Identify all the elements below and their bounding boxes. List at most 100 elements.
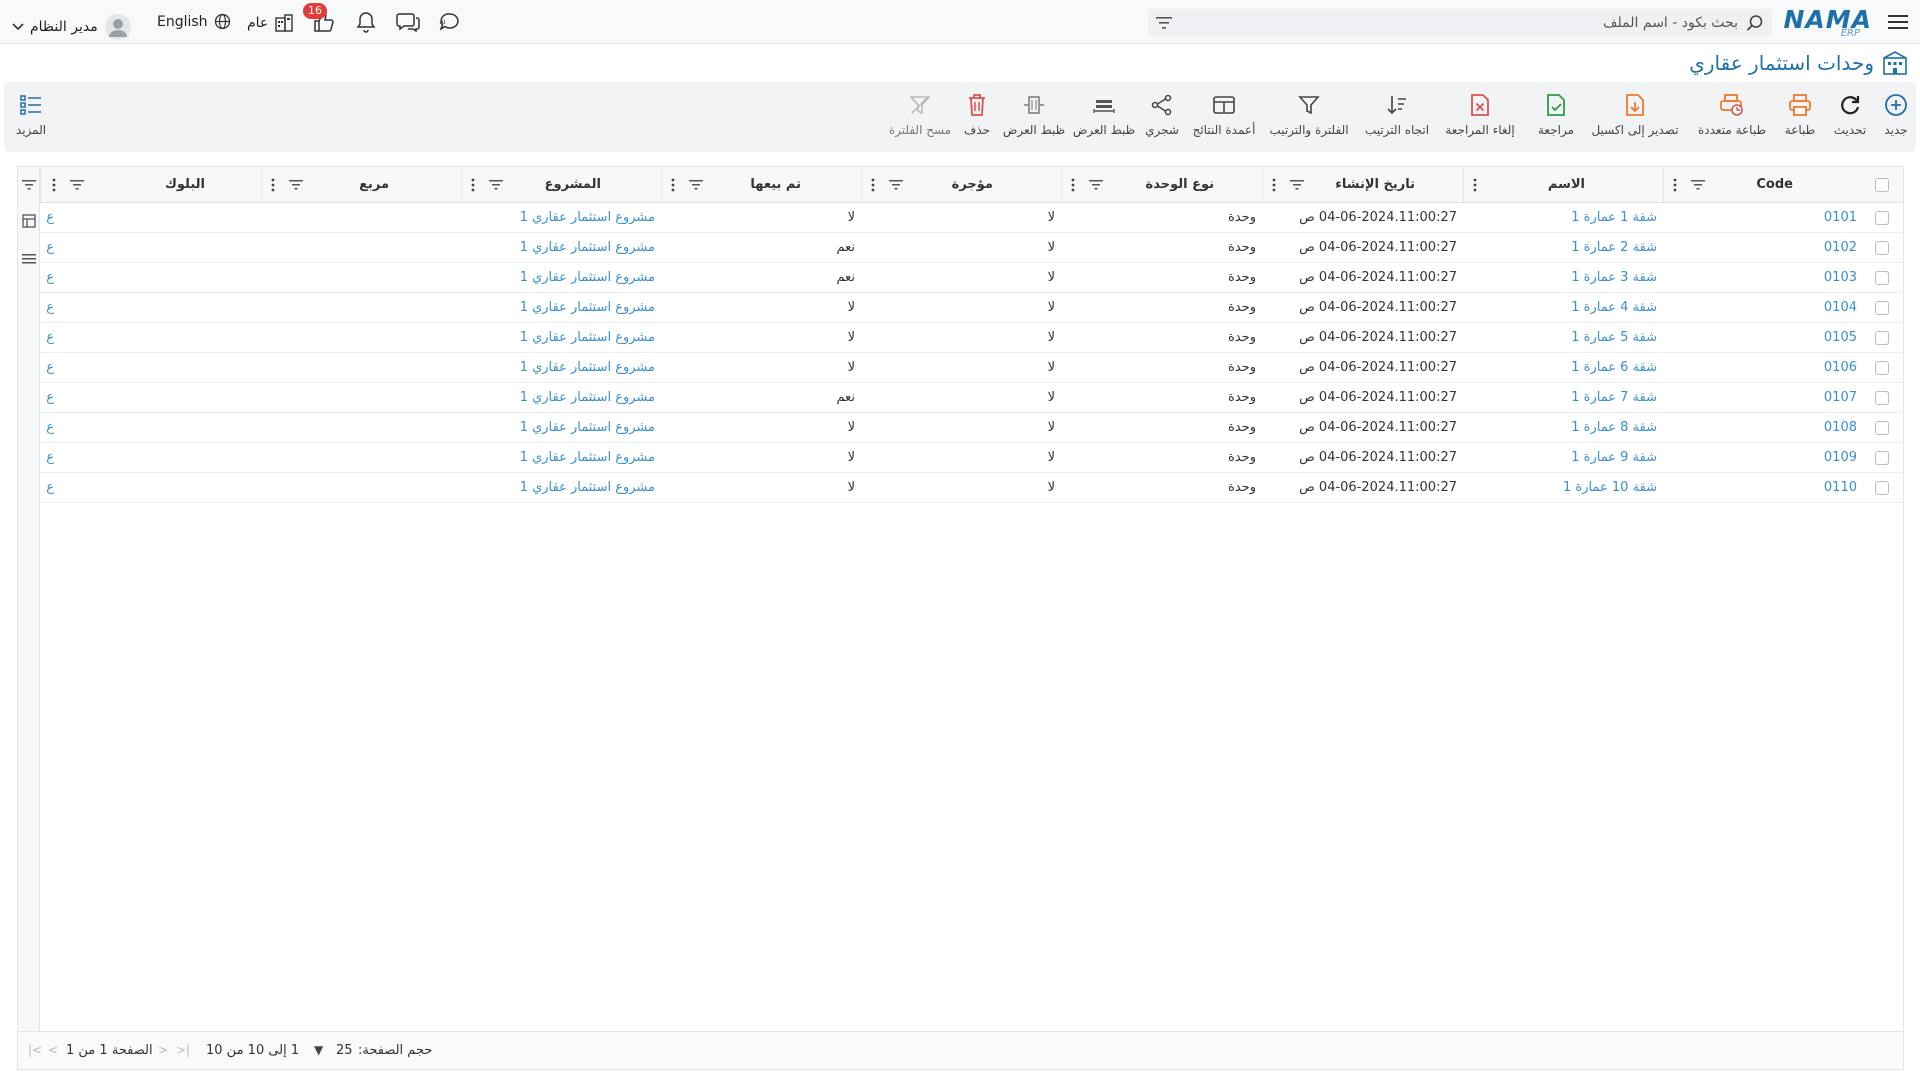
fit-width-columns-button[interactable]: ظبط العرض — [1003, 92, 1065, 146]
table-row[interactable]: 0109 شقة 9 عمارة 1 04-06-2024.11:00:27 ص… — [40, 443, 1903, 473]
table-row[interactable]: 0104 شقة 4 عمارة 1 04-06-2024.11:00:27 ص… — [40, 293, 1903, 323]
column-header-rented[interactable]: مؤجرة — [861, 167, 1061, 203]
table-row[interactable]: 0110 شقة 10 عمارة 1 04-06-2024.11:00:27 … — [40, 473, 1903, 503]
table-row[interactable]: 0102 شقة 2 عمارة 1 04-06-2024.11:00:27 ص… — [40, 233, 1903, 263]
cell-block[interactable]: ع — [40, 443, 54, 473]
clear-filter-button[interactable]: مسح الفلترة — [889, 92, 951, 146]
cell-project[interactable]: مشروع استثمار عقاري 1 — [461, 473, 661, 503]
cell-block[interactable]: ع — [40, 293, 54, 323]
cell-code[interactable]: 0106 — [1663, 353, 1863, 383]
sort-direction-button[interactable]: اتجاه الترتيب — [1364, 92, 1430, 146]
filter-icon[interactable] — [288, 177, 304, 193]
cell-code[interactable]: 0101 — [1663, 203, 1863, 233]
cell-block[interactable]: ع — [40, 383, 54, 413]
filter-icon[interactable] — [1690, 177, 1706, 193]
cell-code[interactable]: 0103 — [1663, 263, 1863, 293]
column-header-created[interactable]: تاريخ الإنشاء — [1262, 167, 1463, 203]
row-checkbox[interactable] — [1875, 271, 1889, 285]
row-checkbox[interactable] — [1875, 481, 1889, 495]
page-size-dropdown-icon[interactable]: ▼ — [314, 1043, 323, 1057]
row-checkbox[interactable] — [1875, 391, 1889, 405]
user-menu[interactable]: مدير النظام — [12, 13, 132, 41]
app-logo[interactable]: NAMA ERP — [1784, 4, 1872, 39]
row-checkbox[interactable] — [1875, 241, 1889, 255]
table-row[interactable]: 0106 شقة 6 عمارة 1 04-06-2024.11:00:27 ص… — [40, 353, 1903, 383]
cell-name[interactable]: شقة 4 عمارة 1 — [1463, 293, 1663, 323]
table-row[interactable]: 0101 شقة 1 عمارة 1 04-06-2024.11:00:27 ص… — [40, 203, 1903, 233]
cell-block[interactable]: ع — [40, 353, 54, 383]
multi-print-button[interactable]: طباعة متعددة — [1694, 92, 1770, 146]
cell-name[interactable]: شقة 7 عمارة 1 — [1463, 383, 1663, 413]
select-all-checkbox[interactable] — [1875, 178, 1889, 192]
bell-icon[interactable] — [353, 10, 379, 34]
side-menu-icon[interactable] — [21, 251, 37, 267]
search-icon[interactable] — [1746, 14, 1764, 32]
cell-block[interactable]: ع — [40, 413, 54, 443]
delete-button[interactable]: حذف — [962, 92, 992, 146]
cell-name[interactable]: شقة 5 عمارة 1 — [1463, 323, 1663, 353]
column-menu-icon[interactable] — [266, 176, 280, 194]
column-menu-icon[interactable] — [666, 176, 680, 194]
filter-icon[interactable] — [488, 177, 504, 193]
column-header-project[interactable]: المشروع — [461, 167, 661, 203]
ai-assistant-icon[interactable]: AI — [437, 10, 463, 34]
cell-project[interactable]: مشروع استثمار عقاري 1 — [461, 413, 661, 443]
cell-block[interactable]: ع — [40, 263, 54, 293]
cell-name[interactable]: شقة 8 عمارة 1 — [1463, 413, 1663, 443]
refresh-button[interactable]: تحديث — [1830, 92, 1870, 146]
cell-code[interactable]: 0104 — [1663, 293, 1863, 323]
last-page-icon[interactable]: >| — [176, 1043, 190, 1057]
row-checkbox[interactable] — [1875, 451, 1889, 465]
prev-page-icon[interactable]: < — [48, 1043, 58, 1057]
cell-name[interactable]: شقة 10 عمارة 1 — [1463, 473, 1663, 503]
column-menu-icon[interactable] — [47, 176, 61, 194]
column-menu-icon[interactable] — [866, 176, 880, 194]
language-switch[interactable]: English — [157, 13, 231, 30]
fit-width-button[interactable]: ظبط العرض — [1073, 92, 1135, 146]
cell-project[interactable]: مشروع استثمار عقاري 1 — [461, 443, 661, 473]
cell-name[interactable]: شقة 2 عمارة 1 — [1463, 233, 1663, 263]
next-page-icon[interactable]: > — [158, 1043, 168, 1057]
side-table-icon[interactable] — [21, 213, 37, 229]
column-header-code[interactable]: Code — [1663, 167, 1863, 203]
cell-code[interactable]: 0107 — [1663, 383, 1863, 413]
cell-code[interactable]: 0102 — [1663, 233, 1863, 263]
column-header-unit-type[interactable]: نوع الوحدة — [1061, 167, 1262, 203]
filter-icon[interactable] — [888, 177, 904, 193]
first-page-icon[interactable]: |< — [28, 1043, 42, 1057]
cell-code[interactable]: 0105 — [1663, 323, 1863, 353]
menu-icon[interactable] — [1884, 8, 1912, 36]
column-header-sold[interactable]: تم بيعها — [661, 167, 861, 203]
row-checkbox[interactable] — [1875, 361, 1889, 375]
column-header-block[interactable]: البلوك — [40, 167, 261, 203]
filter-icon[interactable] — [1289, 177, 1305, 193]
cell-name[interactable]: شقة 9 عمارة 1 — [1463, 443, 1663, 473]
cell-block[interactable]: ع — [40, 233, 54, 263]
column-menu-icon[interactable] — [466, 176, 480, 194]
column-menu-icon[interactable] — [1468, 176, 1482, 194]
cell-project[interactable]: مشروع استثمار عقاري 1 — [461, 263, 661, 293]
print-button[interactable]: طباعة — [1780, 92, 1820, 146]
cell-project[interactable]: مشروع استثمار عقاري 1 — [461, 323, 661, 353]
search-input[interactable] — [1172, 15, 1738, 31]
approvals-icon[interactable]: 16 — [303, 3, 337, 34]
cell-block[interactable]: ع — [40, 203, 54, 233]
column-header-square[interactable]: مربع — [261, 167, 461, 203]
cell-project[interactable]: مشروع استثمار عقاري 1 — [461, 203, 661, 233]
cell-project[interactable]: مشروع استثمار عقاري 1 — [461, 353, 661, 383]
row-checkbox[interactable] — [1875, 211, 1889, 225]
cell-block[interactable]: ع — [40, 473, 54, 503]
table-row[interactable]: 0107 شقة 7 عمارة 1 04-06-2024.11:00:27 ص… — [40, 383, 1903, 413]
result-columns-button[interactable]: أعمدة النتائج — [1192, 92, 1256, 146]
filter-icon[interactable] — [1156, 16, 1172, 30]
cell-name[interactable]: شقة 1 عمارة 1 — [1463, 203, 1663, 233]
cell-code[interactable]: 0110 — [1663, 473, 1863, 503]
table-row[interactable]: 0108 شقة 8 عمارة 1 04-06-2024.11:00:27 ص… — [40, 413, 1903, 443]
cell-project[interactable]: مشروع استثمار عقاري 1 — [461, 383, 661, 413]
cell-block[interactable]: ع — [40, 323, 54, 353]
column-menu-icon[interactable] — [1267, 176, 1281, 194]
table-row[interactable]: 0103 شقة 3 عمارة 1 04-06-2024.11:00:27 ص… — [40, 263, 1903, 293]
side-filter-icon[interactable] — [21, 177, 37, 193]
column-menu-icon[interactable] — [1668, 176, 1682, 194]
review-button[interactable]: مراجعة — [1536, 92, 1576, 146]
